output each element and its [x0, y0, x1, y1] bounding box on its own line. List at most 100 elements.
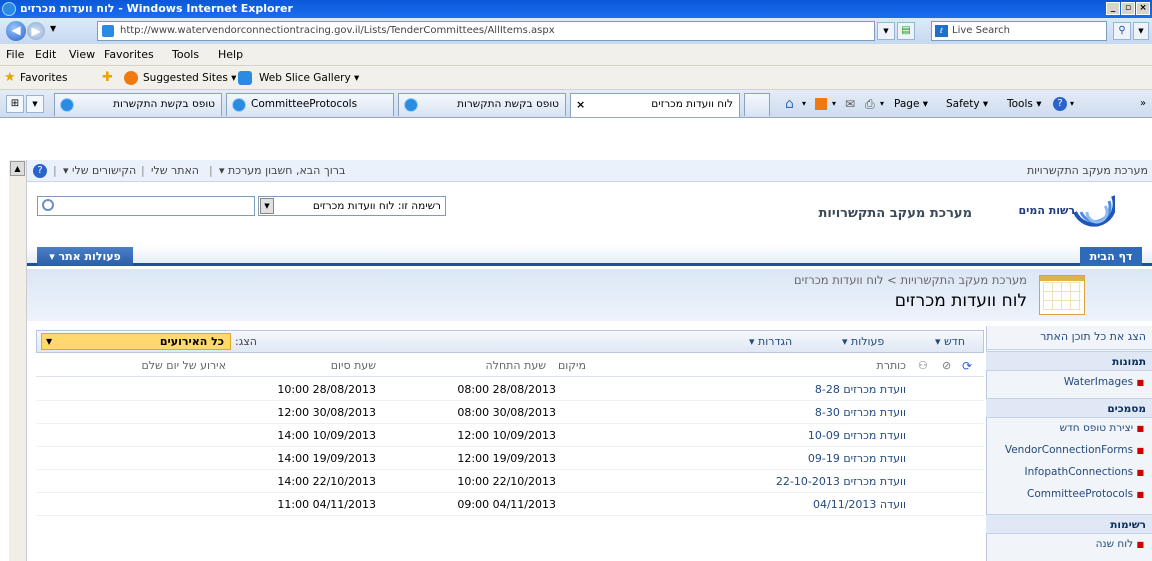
print-dropdown-icon[interactable]: ▾ [880, 90, 884, 118]
column-allday[interactable]: אירוע של יום שלם [76, 355, 226, 377]
mail-icon[interactable]: ✉ [845, 90, 855, 118]
address-dropdown-button[interactable]: ▼ [877, 22, 895, 40]
tools-menu[interactable]: Tools ▾ [1007, 90, 1041, 118]
quick-tabs-button[interactable]: ⊞ [6, 95, 24, 113]
tab-committee-protocols[interactable]: CommitteeProtocols [226, 93, 394, 116]
window-title-bar: לוח וועדות מכרזים - Windows Internet Exp… [0, 0, 1152, 18]
actions-menu[interactable]: פעולות ▾ [842, 331, 884, 352]
row-start-time: 12:00 10/09/2013 [457, 429, 556, 442]
row-title-link[interactable]: וועדה 04/11/2013 [666, 493, 906, 516]
my-links-menu[interactable]: הקישורים שלי ▾ [63, 160, 136, 182]
search-input[interactable] [37, 196, 255, 216]
row-start-time: 08:00 28/08/2013 [457, 383, 556, 396]
new-tab-button[interactable] [744, 93, 770, 116]
quicklaunch-header-pictures[interactable]: תמונות [986, 351, 1152, 371]
row-title-link[interactable]: וועדת מכרזים 10-09 [666, 424, 906, 447]
search-box[interactable]: ℓ Live Search [931, 21, 1107, 41]
scroll-up-icon[interactable]: ▲ [10, 161, 25, 176]
quicklaunch-header-documents[interactable]: מסמכים [986, 398, 1152, 418]
quicklaunch-item[interactable]: ■ CommitteeProtocols [986, 488, 1144, 500]
row-title-link[interactable]: וועדת מכרזים 09-19 [666, 447, 906, 470]
close-tab-icon[interactable]: × [576, 94, 585, 115]
site-root-link[interactable]: מערכת מעקב התקשרויות [1027, 160, 1148, 182]
table-row[interactable]: וועדת מכרזים 8-30 08:00 30/08/2013 12:00 3… [36, 401, 984, 424]
help-icon[interactable]: ? [1053, 97, 1067, 111]
quicklaunch-item[interactable]: ■ יצירת טופס חדש [986, 422, 1144, 434]
list-header-row: ⟳ ⊘ ⚇ כותרת מיקום שעת התחלה שעת סיום איר… [36, 355, 984, 377]
table-row[interactable]: וועדת מכרזים 8-28 08:00 28/08/2013 10:00 2… [36, 378, 984, 401]
help-dropdown-icon[interactable]: ▾ [1070, 90, 1074, 118]
safety-menu[interactable]: Safety ▾ [946, 90, 988, 118]
address-toolbar: ◀ ▶ ▼ http://www.watervendorconnectiontr… [0, 18, 1152, 44]
table-row[interactable]: וועדת מכרזים 22-10-2013 10:00 22/10/2013 1… [36, 470, 984, 493]
column-title[interactable]: כותרת [826, 355, 906, 377]
row-end-time: 14:00 19/09/2013 [277, 452, 376, 465]
refresh-icon[interactable]: ⟳ [962, 355, 972, 377]
row-end-time: 14:00 22/10/2013 [277, 475, 376, 488]
add-favorite-icon[interactable]: ✚ [102, 66, 113, 90]
search-icon [42, 199, 54, 211]
water-authority-logo[interactable]: רשות המים [1005, 192, 1117, 232]
search-scope-select[interactable]: ▼ רשימה זו: לוח וועדות מכרזים [258, 196, 446, 216]
quicklaunch-item[interactable]: ■ InfopathConnections [986, 466, 1144, 478]
row-end-time: 12:00 30/08/2013 [277, 406, 376, 419]
home-dropdown-icon[interactable]: ▾ [802, 90, 806, 118]
tab-home[interactable]: דף הבית [1080, 247, 1142, 266]
history-dropdown-icon[interactable]: ▼ [50, 24, 56, 33]
row-title-link[interactable]: וועדת מכרזים 8-28 [666, 378, 906, 401]
table-row[interactable]: וועדת מכרזים 10-09 12:00 10/09/2013 14:00 … [36, 424, 984, 447]
address-field[interactable]: http://www.watervendorconnectiontracing.… [97, 21, 875, 41]
breadcrumb[interactable]: מערכת מעקב התקשרויות > לוח וועדות מכרזים [587, 273, 1027, 287]
new-menu[interactable]: חדש ▾ [935, 331, 965, 352]
page-menu[interactable]: Page ▾ [894, 90, 928, 118]
menu-edit[interactable]: Edit [35, 44, 56, 66]
maximize-button[interactable]: ▫ [1121, 2, 1135, 15]
separator: | [53, 164, 57, 177]
tab-tender-committees[interactable]: × לוח וועדות מכרזים [570, 93, 740, 117]
suggested-sites-link[interactable]: Suggested Sites ▾ [143, 66, 236, 90]
people-icon: ⚇ [918, 359, 928, 372]
tab-contract-request-1[interactable]: טופס בקשת התקשרות [54, 93, 222, 116]
tab-list-button[interactable]: ▼ [26, 95, 44, 113]
webslice-gallery-link[interactable]: Web Slice Gallery ▾ [259, 66, 359, 90]
view-all-content-link[interactable]: הצג את כל תוכן האתר [986, 330, 1152, 350]
view-selector[interactable]: ▼ כל האירועים [41, 333, 231, 350]
print-icon[interactable]: ⎙ [865, 90, 875, 118]
my-site-link[interactable]: האתר שלי [151, 160, 199, 182]
search-icon[interactable]: ⚲ [1113, 22, 1131, 40]
rss-icon[interactable] [815, 98, 827, 110]
table-row[interactable]: וועדת מכרזים 09-19 12:00 19/09/2013 14:00 … [36, 447, 984, 470]
search-options-icon[interactable]: ▼ [1133, 22, 1149, 40]
menu-view[interactable]: View [69, 44, 95, 66]
table-row[interactable]: וועדה 04/11/2013 09:00 04/11/2013 11:00 04… [36, 493, 984, 516]
minimize-button[interactable]: _ [1106, 2, 1120, 15]
quicklaunch-item[interactable]: ■ VendorConnectionForms [986, 444, 1144, 456]
quicklaunch-item[interactable]: ■ WaterImages [986, 376, 1144, 388]
compatibility-icon[interactable]: ▤ [897, 22, 915, 40]
tab-label: טופס בקשת התקשרות [457, 98, 559, 110]
row-title-link[interactable]: וועדת מכרזים 22-10-2013 [666, 470, 906, 493]
menu-help[interactable]: Help [218, 44, 243, 66]
home-icon[interactable]: ⌂ [785, 90, 794, 118]
settings-menu[interactable]: הגדרות ▾ [749, 331, 792, 352]
menu-file[interactable]: File [6, 44, 24, 66]
help-circle-icon[interactable]: ? [33, 164, 47, 178]
quicklaunch-item[interactable]: ■ לוח שנה [986, 538, 1144, 550]
site-actions-menu[interactable]: פעולות אתר ▾ [37, 247, 133, 266]
menu-favorites[interactable]: Favorites [104, 44, 154, 66]
back-button[interactable]: ◀ [6, 21, 26, 41]
vertical-scrollbar[interactable]: ▲ [9, 160, 27, 561]
menu-tools[interactable]: Tools [172, 44, 199, 66]
chevron-more-icon[interactable]: » [1140, 90, 1146, 118]
tab-ie-icon [60, 98, 74, 112]
row-title-link[interactable]: וועדת מכרזים 8-30 [666, 401, 906, 424]
favorites-button[interactable]: Favorites [20, 66, 67, 90]
tab-contract-request-2[interactable]: טופס בקשת התקשרות [398, 93, 566, 116]
welcome-menu[interactable]: ברוך הבא, חשבון מערכת ▾ [219, 160, 345, 182]
column-start[interactable]: שעת התחלה [446, 355, 546, 377]
rss-dropdown-icon[interactable]: ▾ [832, 90, 836, 118]
quicklaunch-header-lists[interactable]: רשימות [986, 514, 1152, 534]
column-end[interactable]: שעת סיום [276, 355, 376, 377]
forward-button[interactable]: ▶ [27, 22, 45, 40]
close-button[interactable]: × [1136, 2, 1150, 15]
